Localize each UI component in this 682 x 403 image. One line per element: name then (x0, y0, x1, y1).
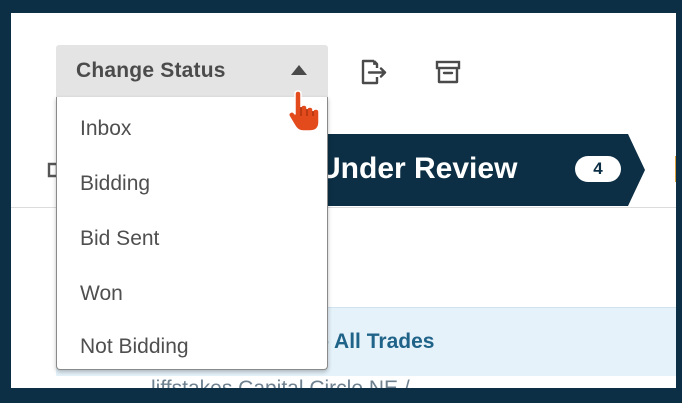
status-option-bid-sent[interactable]: Bid Sent (80, 227, 159, 251)
stage-name: Under Review (319, 152, 518, 185)
export-icon[interactable] (355, 55, 389, 89)
status-option-won[interactable]: Won (80, 282, 123, 306)
table-row[interactable]: liffstakes Capital Circle NE / (151, 378, 410, 388)
status-option-not-bidding[interactable]: Not Bidding (80, 335, 189, 359)
status-option-inbox[interactable]: Inbox (80, 117, 131, 141)
stage-count-badge: 4 (575, 156, 621, 182)
caret-up-icon (291, 65, 307, 75)
archive-icon[interactable] (431, 55, 465, 89)
hand-cursor-icon (288, 90, 320, 132)
next-stage-edge[interactable] (675, 156, 676, 182)
status-dropdown-menu: Inbox Bidding Bid Sent Won Not Bidding (56, 97, 328, 370)
main-panel: Under Review 4 r - All Trades liffstakes… (11, 13, 676, 388)
stage-under-review[interactable]: Under Review 4 (311, 134, 645, 206)
change-status-label: Change Status (76, 59, 226, 82)
status-option-bidding[interactable]: Bidding (80, 172, 150, 196)
